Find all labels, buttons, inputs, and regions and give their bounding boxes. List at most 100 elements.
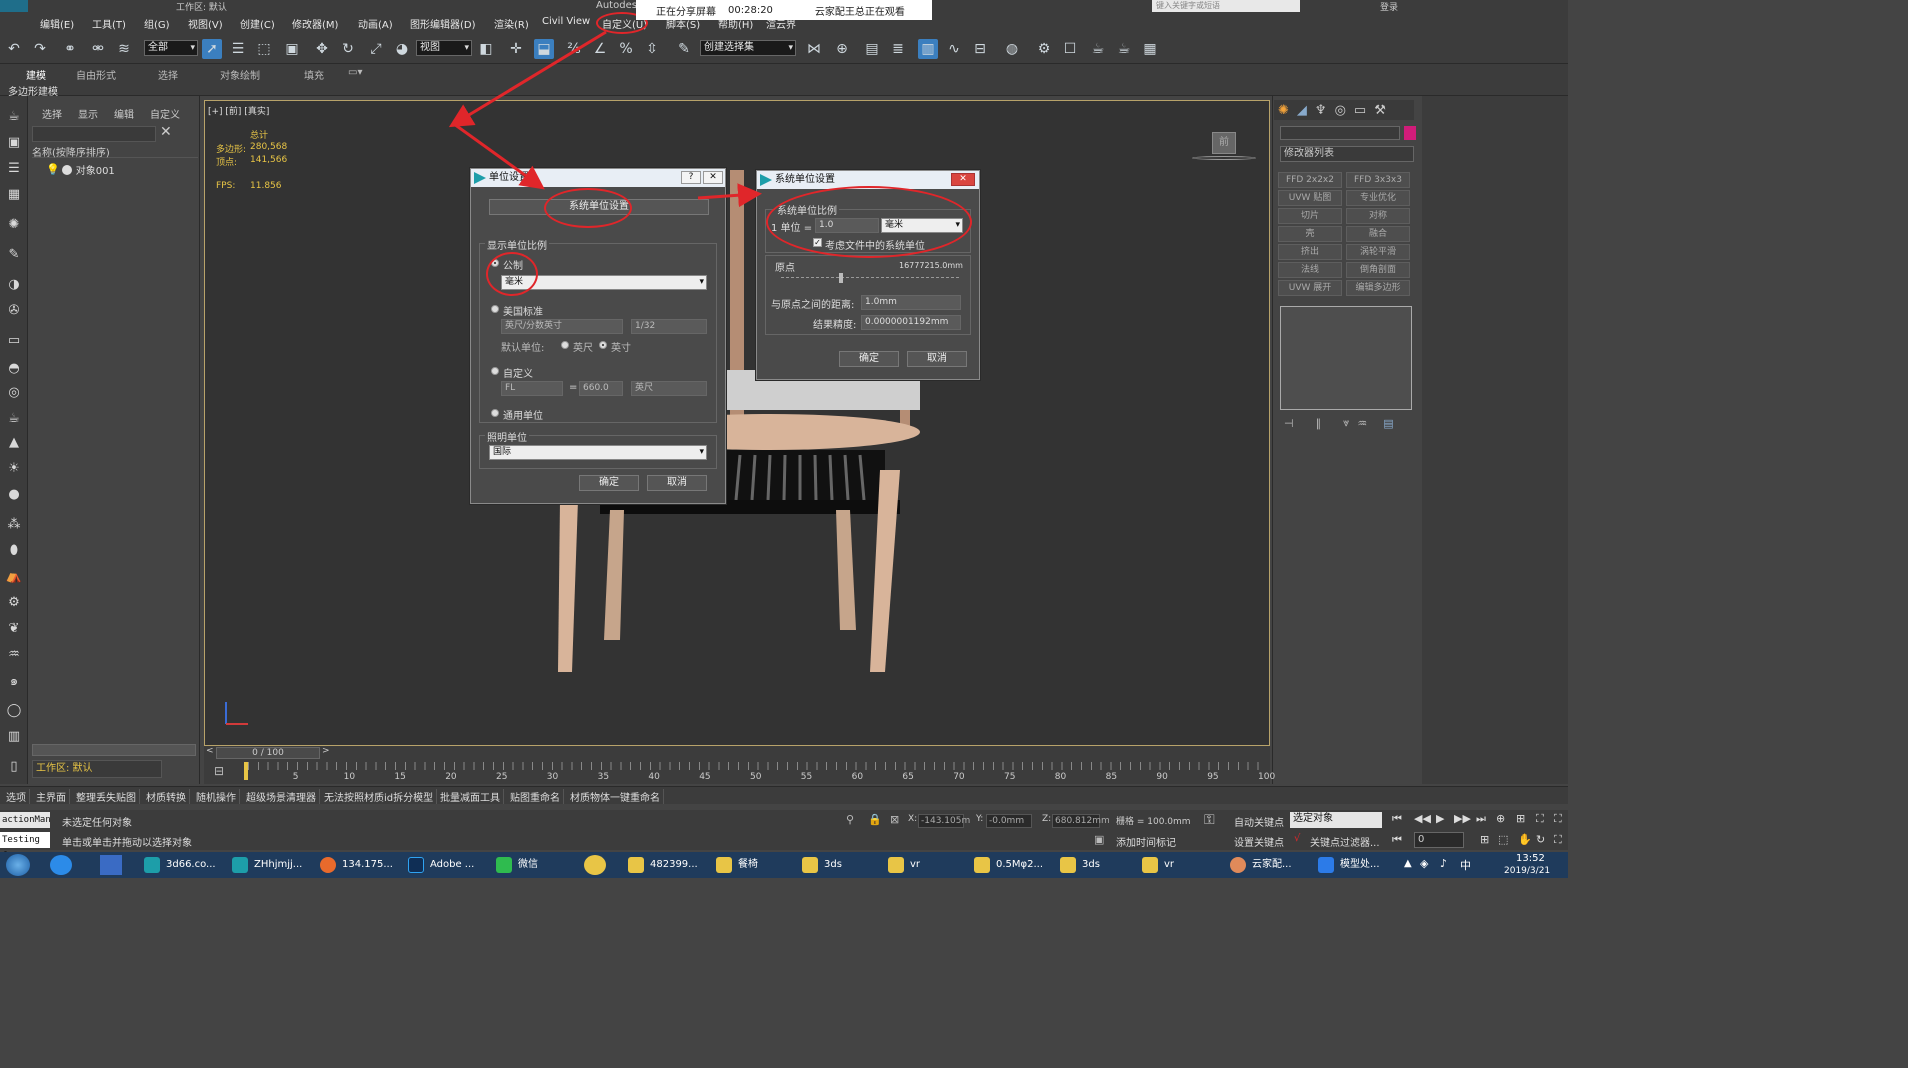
clock-time[interactable]: 13:52 [1516,853,1545,864]
zoom-icon[interactable]: ⊕ [1496,812,1505,825]
search-input[interactable]: 键入关键字或短语 [1152,0,1300,12]
browser-icon[interactable] [50,855,72,875]
ribbon-options-icon[interactable]: ▭▾ [348,67,362,78]
window-crossing-icon[interactable]: ▣ [282,39,302,59]
display-tab-icon[interactable]: ▭ [1354,103,1366,118]
plugin-batch-reduce-button[interactable]: 批量减面工具 [440,789,504,804]
cone-icon[interactable]: ▲ [4,432,24,452]
modifier-symmetry-button[interactable]: 对称 [1346,208,1410,224]
key-mode-icon[interactable]: ⏮ [1392,833,1402,847]
plugin-rename-objects-button[interactable]: 材质物体一键重命名 [570,789,664,804]
modifier-edit-poly-button[interactable]: 编辑多边形 [1346,280,1410,296]
scene-item[interactable]: 💡 对象001 [46,162,115,177]
absolute-mode-icon[interactable]: ⊠ [890,813,899,826]
custom-name-field[interactable]: FL [501,381,563,396]
task-photoshop[interactable]: Adobe ... [404,854,488,876]
task-3d66[interactable]: 3d66.co... [140,854,224,876]
plugin-map-rename-button[interactable]: 贴图重命名 [510,789,564,804]
menu-tools[interactable]: 工具(T) [92,16,126,31]
bind-space-warp-icon[interactable]: ≋ [114,39,134,59]
task-zhhjmjj[interactable]: ZHhjmjj... [228,854,312,876]
menu-group[interactable]: 组(G) [144,16,170,31]
cancel-button[interactable]: 取消 [647,475,707,491]
visibility-icon[interactable] [61,164,72,175]
generic-radio[interactable] [491,409,499,417]
ribbon-toggle-icon[interactable]: ≣ [888,39,908,59]
door-icon[interactable]: ▯ [4,756,24,776]
material-editor-icon[interactable]: ◍ [1002,39,1022,59]
cancel-button[interactable]: 取消 [907,351,967,367]
ribbon-tab-selection[interactable]: 选择 [158,67,178,82]
search-app-icon[interactable] [584,855,606,875]
remove-modifier-icon[interactable]: ♒ [1357,417,1367,430]
task-wechat[interactable]: 微信 [492,854,576,876]
curve-editor-icon[interactable]: ∿ [944,39,964,59]
task-folder-05m[interactable]: 0.5Mφ2... [970,854,1054,876]
ribbon-tab-freeform[interactable]: 自由形式 [76,67,116,82]
motion-tab-icon[interactable]: ◎ [1335,103,1346,118]
menu-modifiers[interactable]: 修改器(M) [292,16,338,31]
z-coordinate-field[interactable]: 680.812mm [1052,814,1110,828]
object-name-field[interactable] [1280,126,1400,140]
orbit-icon[interactable]: ↻ [1536,833,1545,846]
close-icon[interactable]: ✕ [951,173,975,186]
render-setup-icon[interactable]: ⚙ [1034,39,1054,59]
custom-value-field[interactable]: 660.0 [579,381,623,396]
disc-icon[interactable]: ● [4,484,24,504]
modifier-normal-button[interactable]: 法线 [1278,262,1342,278]
tent-icon[interactable]: ⛺ [4,566,24,586]
plugin-missing-maps-button[interactable]: 整理丢失贴图 [76,789,140,804]
modifier-list-dropdown[interactable]: 修改器列表 [1280,146,1414,162]
isolate-icon[interactable]: ⚲ [846,813,854,826]
create-tab-icon[interactable]: ✺ [1278,103,1289,118]
tray-expand-icon[interactable]: ▲ [1404,858,1412,869]
camera-icon[interactable]: ✎ [4,244,24,264]
origin-slider-thumb[interactable] [839,273,843,283]
menu-views[interactable]: 视图(V) [188,16,223,31]
key-filters-button[interactable]: 关键点过滤器... [1310,834,1380,849]
task-folder-482399[interactable]: 482399... [624,854,708,876]
scene-hscrollbar[interactable] [32,744,196,756]
play-icon[interactable]: ▶ [1436,812,1444,825]
ok-button[interactable]: 确定 [839,351,899,367]
hair-icon[interactable]: ♒ [4,644,24,664]
utilities-tab-icon[interactable]: ⚒ [1374,103,1386,118]
field-of-view-icon[interactable]: ⬚ [1498,833,1508,846]
key-icon[interactable]: ⚿ [1204,812,1215,828]
lightbulb-icon[interactable]: 💡 [46,163,60,176]
custom-radio[interactable] [491,367,499,375]
scene-tab-display[interactable]: 显示 [78,106,98,121]
us-standard-radio[interactable] [491,305,499,313]
rotate-icon[interactable]: ↻ [338,39,358,59]
task-folder-3ds[interactable]: 3ds [798,854,882,876]
add-time-tag[interactable]: 添加时间标记 [1116,834,1176,849]
feet-radio[interactable] [561,341,569,349]
auto-key-button[interactable]: 自动关键点 [1234,814,1284,829]
link-icon[interactable]: ⚭ [60,39,80,59]
menu-create[interactable]: 创建(C) [240,16,275,31]
task-yunjiapei[interactable]: 云家配... [1226,854,1310,876]
ribbon-tab-object-paint[interactable]: 对象绘制 [220,67,260,82]
sphere-tool-icon[interactable]: ◑ [4,274,24,294]
plugin-scene-cleaner-button[interactable]: 超级场景清理器 [246,789,320,804]
precision-field[interactable]: 0.0000001192mm [861,315,961,330]
pan-icon[interactable]: ✋ [1518,833,1532,846]
next-frame-icon[interactable]: ▶▶ [1454,812,1471,825]
select-by-name-icon[interactable]: ☰ [228,39,248,59]
undo-icon[interactable]: ↶ [4,39,24,59]
computer-icon[interactable] [100,855,122,875]
render-frame-icon[interactable]: ☐ [1060,39,1080,59]
distance-field[interactable]: 1.0mm [861,295,961,310]
time-tag-icon[interactable]: ▣ [1094,833,1104,846]
move-icon[interactable]: ✥ [312,39,332,59]
modifier-shell-button[interactable]: 壳 [1278,226,1342,242]
mini-curve-editor-icon[interactable]: ⊟ [214,764,224,778]
time-config-icon[interactable]: ⊞ [1480,833,1489,846]
modifier-uvw-map-button[interactable]: UVW 贴图 [1278,190,1342,206]
x-coordinate-field[interactable]: -143.105m [918,814,970,828]
configure-sets-icon[interactable]: ▤ [1383,417,1393,430]
zoom-extents-all-icon[interactable]: ⛶ [1554,812,1562,826]
building-icon[interactable]: ▥ [4,726,24,746]
selection-filter-dropdown[interactable]: 全部 [144,40,198,56]
maxscript-listener-1[interactable]: actionMan [0,812,51,828]
